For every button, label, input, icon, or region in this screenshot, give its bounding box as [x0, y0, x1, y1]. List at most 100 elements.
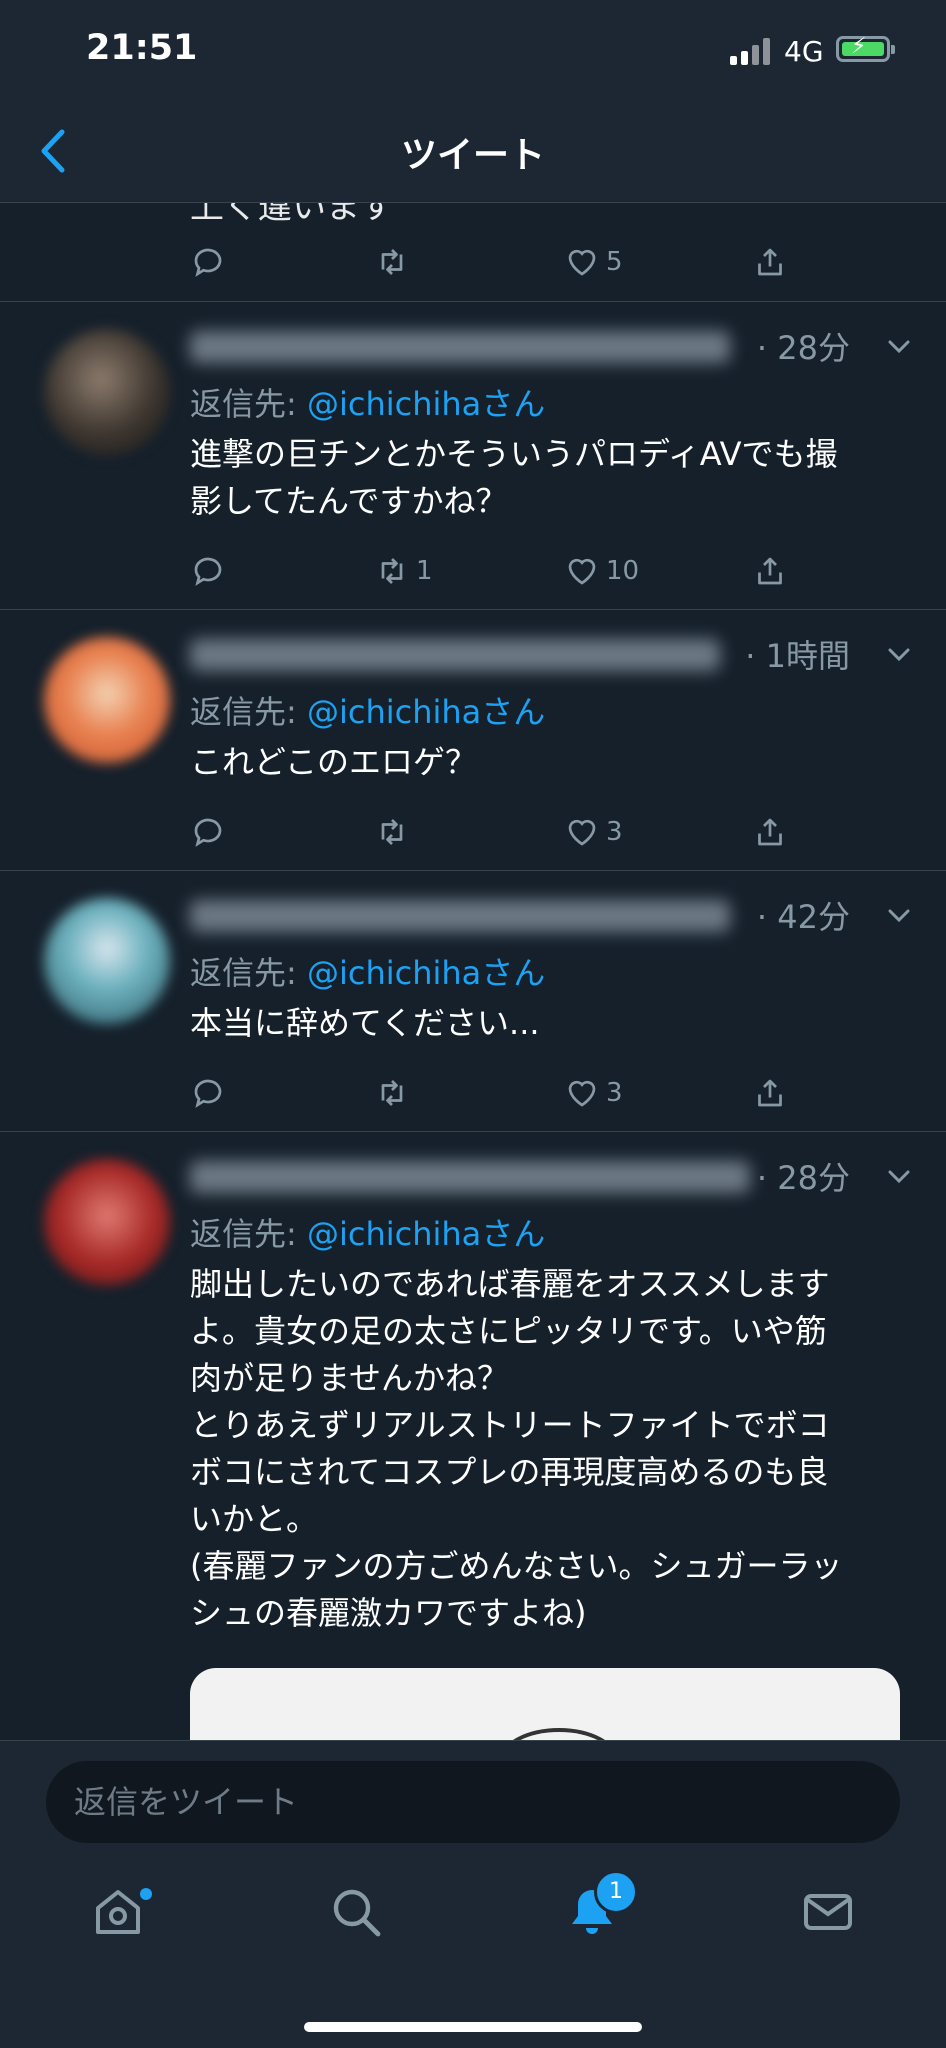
- reply-to-handle[interactable]: @ichichihaさん: [307, 385, 545, 423]
- reply-to-prefix: 返信先:: [190, 693, 307, 731]
- author-name-blurred: [190, 900, 730, 932]
- reply-to: 返信先: @ichichihaさん: [190, 687, 545, 733]
- retweet-button[interactable]: [374, 1068, 410, 1118]
- reply-to-handle[interactable]: @ichichihaさん: [307, 693, 545, 731]
- share-button[interactable]: [752, 546, 788, 596]
- reply-icon: [194, 818, 222, 847]
- reply-button[interactable]: [190, 546, 226, 596]
- tab-messages[interactable]: [800, 1884, 870, 1954]
- signal-icon: [730, 37, 774, 65]
- reply-to-handle[interactable]: @ichichihaさん: [307, 954, 545, 992]
- divider: [0, 1131, 946, 1132]
- caret-down-icon[interactable]: [884, 1161, 914, 1191]
- reply-icon: [194, 557, 222, 586]
- unread-dot: [140, 1888, 152, 1900]
- reply-to-handle[interactable]: @ichichihaさん: [307, 1215, 545, 1253]
- caret-down-icon[interactable]: [884, 331, 914, 361]
- retweet-icon: [381, 249, 403, 275]
- tweet-header: · 28分: [190, 321, 946, 371]
- home-indicator[interactable]: [304, 2022, 642, 2032]
- tweet-time: · 42分: [756, 898, 850, 936]
- retweet-icon: [381, 558, 403, 584]
- tweet-actions: 3: [190, 807, 810, 857]
- like-icon: [568, 819, 596, 846]
- like-count: 5: [606, 247, 623, 277]
- share-icon: [758, 818, 782, 846]
- page-title: ツイート: [400, 135, 545, 176]
- caret-down-icon[interactable]: [884, 639, 914, 669]
- tweet-time: · 28分: [756, 1159, 850, 1197]
- tweet-header: · 42分: [190, 890, 946, 940]
- notifications-badge: 1: [594, 1870, 638, 1914]
- tab-search[interactable]: [328, 1884, 398, 1954]
- tab-notifications[interactable]: 1: [564, 1870, 638, 1954]
- tweet-header: · 28分: [190, 1151, 946, 1201]
- avatar[interactable]: [44, 1159, 170, 1285]
- like-count: 3: [606, 1078, 623, 1108]
- like-button[interactable]: 10: [564, 546, 639, 596]
- retweet-icon: [381, 819, 403, 845]
- reply-to-prefix: 返信先:: [190, 954, 307, 992]
- reply-input[interactable]: [46, 1761, 900, 1843]
- tweet-time: · 1時間: [745, 637, 850, 675]
- caret-down-icon[interactable]: [884, 900, 914, 930]
- tweet-actions: 1 10: [190, 546, 810, 596]
- like-icon: [568, 558, 596, 585]
- reply-to: 返信先: @ichichihaさん: [190, 379, 545, 425]
- reply-icon: [194, 248, 222, 277]
- like-button[interactable]: 3: [564, 807, 623, 857]
- reply-bar: [0, 1740, 946, 1861]
- share-button[interactable]: [752, 1068, 788, 1118]
- battery-icon: ⚡: [836, 34, 895, 62]
- messages-icon: [804, 1894, 852, 1930]
- reply-icon: [194, 1079, 222, 1108]
- reply-to-prefix: 返信先:: [190, 385, 307, 423]
- share-button[interactable]: [752, 807, 788, 857]
- divider: [0, 609, 946, 610]
- tab-home[interactable]: [90, 1884, 160, 1954]
- like-button[interactable]: 3: [564, 1068, 623, 1118]
- author-name-blurred: [190, 1161, 750, 1193]
- reply-to: 返信先: @ichichihaさん: [190, 1209, 545, 1255]
- tweet[interactable]: · 1時間 返信先: @ichichihaさん これどこのエロゲ？: [0, 629, 946, 781]
- media-content: [500, 1728, 618, 1740]
- author-name-blurred: [190, 639, 720, 671]
- tweet-thread[interactable]: 上く違います 5 · 28分 返信先: @ichichihaさん 進撃の巨チンと…: [0, 203, 946, 1740]
- nav-bar: ツイート: [0, 100, 946, 203]
- reply-button[interactable]: [190, 1068, 226, 1118]
- avatar[interactable]: [44, 329, 170, 455]
- reply-button[interactable]: [190, 237, 226, 287]
- tweet-text: 脚出したいのであれば春麗をオススメします よ。貴女の足の太さにピッタリです。いや…: [190, 1265, 843, 1632]
- avatar[interactable]: [44, 898, 170, 1024]
- tab-bar: 1: [0, 1860, 946, 2048]
- share-button[interactable]: [752, 237, 788, 287]
- tweet[interactable]: · 42分 返信先: @ichichihaさん 本当に辞めてください...: [0, 890, 946, 1042]
- tweet-text-cut: 上く違います: [190, 203, 394, 227]
- tweet-text: 本当に辞めてください...: [190, 1004, 540, 1042]
- tweet-text: これどこのエロゲ？: [190, 743, 478, 781]
- share-icon: [758, 248, 782, 276]
- tweet[interactable]: · 28分 返信先: @ichichihaさん 進撃の巨チンとかそういうパロディ…: [0, 321, 946, 520]
- tweet-actions: 3: [190, 1068, 810, 1118]
- status-bar: 21:51 4G ⚡: [0, 0, 946, 100]
- retweet-button[interactable]: [374, 807, 410, 857]
- like-icon: [568, 249, 596, 276]
- retweet-button[interactable]: 1: [374, 546, 433, 596]
- home-icon: [96, 1890, 140, 1934]
- like-count: 10: [606, 556, 640, 586]
- avatar[interactable]: [44, 637, 170, 763]
- tweet[interactable]: · 28分 返信先: @ichichihaさん 脚出したいのであれば春麗をオスス…: [0, 1151, 946, 1740]
- tweet-media-image[interactable]: [190, 1668, 900, 1740]
- search-icon: [333, 1889, 381, 1937]
- retweet-button[interactable]: [374, 237, 410, 287]
- network-type: 4G: [784, 35, 824, 68]
- divider: [0, 301, 946, 302]
- tweet-header: · 1時間: [190, 629, 946, 679]
- like-icon: [568, 1080, 596, 1107]
- share-icon: [758, 1079, 782, 1107]
- like-count: 3: [606, 817, 623, 847]
- retweet-count: 1: [416, 556, 433, 586]
- like-button[interactable]: 5: [564, 237, 623, 287]
- reply-button[interactable]: [190, 807, 226, 857]
- reply-to-prefix: 返信先:: [190, 1215, 307, 1253]
